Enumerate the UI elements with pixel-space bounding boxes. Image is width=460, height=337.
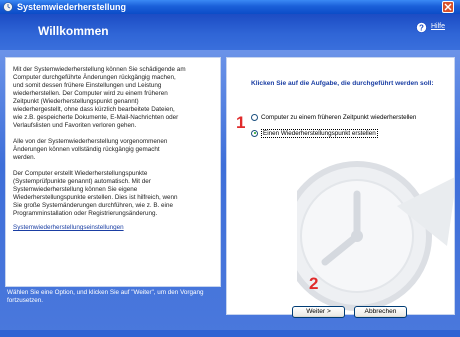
page-title: Willkommen (38, 24, 109, 38)
svg-text:?: ? (419, 23, 424, 32)
radio-create-restore-point[interactable] (251, 129, 258, 137)
cancel-button[interactable]: Abbrechen (354, 306, 407, 318)
option-restore-earlier[interactable]: Computer zu einem früheren Zeitpunkt wie… (251, 112, 416, 122)
clock-watermark-icon (297, 161, 454, 311)
help-icon[interactable]: ? (416, 22, 427, 33)
undo-paragraph: Alle von der Systemwiederherstellung vor… (13, 138, 168, 161)
close-button[interactable] (442, 1, 454, 13)
close-icon (444, 3, 452, 11)
radio-restore-earlier[interactable] (251, 113, 258, 121)
restore-points-paragraph: Der Computer erstellt Wiederherstellungs… (13, 170, 178, 217)
option-label[interactable]: Einen Wiederherstellungspunkt erstellen (261, 128, 378, 138)
settings-link[interactable]: Systemwiederherstellungseinstellungen (13, 224, 124, 231)
title-bar: Systemwiederherstellung (0, 0, 460, 14)
step-1-annotation: 1 (236, 113, 246, 132)
task-panel: Klicken Sie auf die Aufgabe, die durchge… (226, 57, 455, 315)
instruction-text: Wählen Sie eine Option, und klicken Sie … (7, 289, 204, 304)
next-button[interactable]: Weiter > (292, 306, 345, 318)
main-area: Mit der Systemwiederherstellung können S… (0, 50, 460, 337)
intro-paragraph: Mit der Systemwiederherstellung können S… (13, 66, 186, 129)
system-restore-icon (3, 2, 13, 12)
header-band: Willkommen ? Hilfe (0, 14, 460, 50)
help-link[interactable]: Hilfe (431, 23, 445, 30)
window-title: Systemwiederherstellung (17, 2, 127, 12)
option-create-restore-point[interactable]: Einen Wiederherstellungspunkt erstellen (251, 128, 378, 138)
info-panel: Mit der Systemwiederherstellung können S… (5, 57, 221, 287)
taskbar-strip (0, 330, 460, 337)
task-heading: Klicken Sie auf die Aufgabe, die durchge… (251, 80, 434, 87)
option-label[interactable]: Computer zu einem früheren Zeitpunkt wie… (261, 114, 416, 121)
step-2-annotation: 2 (309, 274, 319, 293)
